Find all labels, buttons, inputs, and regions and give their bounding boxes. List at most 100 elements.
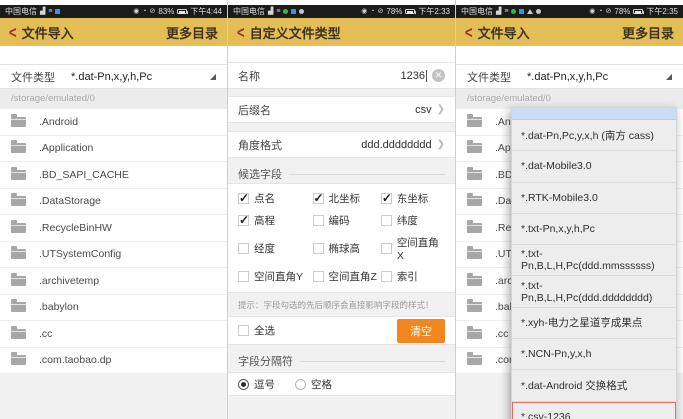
checkbox-icon xyxy=(381,243,392,254)
cloud-icon xyxy=(527,9,533,14)
signal-icon: ▟ xyxy=(40,8,45,15)
folder-name: .DataStorage xyxy=(39,195,101,207)
folder-row[interactable]: .UTSystemConfig xyxy=(0,242,227,269)
notification-icon xyxy=(291,9,296,14)
dropdown-item-label: *.dat-Mobile3.0 xyxy=(521,160,592,172)
order-hint-text: 提示：字段勾选的先后顺序会直接影响字段的样式！ xyxy=(228,293,455,316)
dropdown-item[interactable]: *.xyh-电力之星道亨成果点 xyxy=(512,308,676,339)
field-checkbox[interactable]: 经度 xyxy=(238,235,313,262)
folder-row[interactable]: .DataStorage xyxy=(0,189,227,216)
file-type-label: 文件类型 xyxy=(11,69,55,85)
radio-label: 空格 xyxy=(311,377,332,392)
folder-row[interactable]: .com.taobao.dp xyxy=(0,348,227,375)
dropdown-item-label: *.NCN-Pn,y,x,h xyxy=(521,348,591,360)
back-chevron-icon[interactable]: < xyxy=(237,23,245,42)
field-checkbox[interactable]: 高程 xyxy=(238,213,313,228)
folder-row[interactable]: .cc xyxy=(0,321,227,348)
folder-row[interactable]: .RecycleBinHW xyxy=(0,215,227,242)
dropdown-list: *.dat-Pn,Pc,y,x,h (南方 cass) *.dat-Mobile… xyxy=(512,120,676,419)
folder-icon xyxy=(467,143,482,153)
angle-format-row[interactable]: 角度格式 ddd.dddddddd ❯ xyxy=(228,131,455,158)
checkbox-label: 编码 xyxy=(329,213,350,228)
field-checkbox[interactable]: 椭球高 xyxy=(313,235,381,262)
battery-icon xyxy=(405,9,415,14)
dropdown-item[interactable]: *.dat-Mobile3.0 xyxy=(512,151,676,182)
angle-format-label: 角度格式 xyxy=(238,137,282,153)
file-type-selector[interactable]: 文件类型 *.dat-Pn,x,y,h,Pc ◢ xyxy=(0,64,227,89)
name-input[interactable]: 1236 xyxy=(401,70,425,82)
chevron-right-icon: ❯ xyxy=(437,139,445,150)
carrier-label: 中国电信 xyxy=(5,6,37,17)
radio-label: 逗号 xyxy=(254,377,275,392)
folder-icon xyxy=(11,196,26,206)
folder-icon xyxy=(11,170,26,180)
alarm-icon: ◔ xyxy=(598,8,602,15)
field-checkbox[interactable]: 北坐标 xyxy=(313,191,381,206)
field-checkbox[interactable]: 东坐标 xyxy=(381,191,445,206)
dropdown-item[interactable]: *.txt-Pn,B,L,H,Pc(ddd.dddddddd) xyxy=(512,276,676,307)
folder-row[interactable]: .Android xyxy=(0,109,227,136)
panel-file-import-2: 中国电信 ▟ ≡ ◉ ◔ ⊘ 78% 下午2:35 < 文件导入 更多目录 xyxy=(455,0,683,419)
page-title: 文件导入 xyxy=(22,23,74,42)
more-directories-button[interactable]: 更多目录 xyxy=(622,23,674,42)
checkbox-icon xyxy=(238,215,249,226)
field-checkbox[interactable]: 空间直角Z xyxy=(313,269,381,284)
bell-icon xyxy=(299,9,304,14)
panel-custom-file-type: 中国电信 ▟ ≡ ◉ ◔ ⊘ 78% 下午2:33 < 自定义文件类型 名称 xyxy=(227,0,455,419)
folder-icon xyxy=(11,329,26,339)
folder-icon xyxy=(11,143,26,153)
checkbox-icon xyxy=(313,271,324,282)
dropdown-item[interactable]: *.RTK-Mobile3.0 xyxy=(512,183,676,214)
dropdown-item[interactable]: *.txt-Pn,B,L,H,Pc(ddd.mmssssss) xyxy=(512,245,676,276)
separator-radio[interactable]: 空格 xyxy=(295,377,332,392)
folder-row[interactable]: .babylon xyxy=(0,295,227,322)
checkbox-icon xyxy=(381,271,392,282)
suffix-row[interactable]: 后缀名 csv ❯ xyxy=(228,96,455,123)
file-type-selector[interactable]: 文件类型 *.dat-Pn,x,y,h,Pc ◢ xyxy=(456,64,683,89)
battery-percent: 83% xyxy=(158,7,174,16)
folder-icon xyxy=(467,196,482,206)
file-type-value: *.dat-Pn,x,y,h,Pc xyxy=(527,71,608,83)
checkbox-label: 北坐标 xyxy=(329,191,361,206)
dropdown-item[interactable]: *.csv-1236 xyxy=(512,402,676,419)
folder-row[interactable]: .archivetemp xyxy=(0,268,227,295)
carrier-label: 中国电信 xyxy=(461,6,493,17)
checkbox-label: 空间直角Y xyxy=(254,269,303,284)
power-save-icon: ◉ xyxy=(133,8,139,15)
back-chevron-icon[interactable]: < xyxy=(9,23,17,42)
more-directories-button[interactable]: 更多目录 xyxy=(166,23,218,42)
dropdown-item[interactable]: *.dat-Android 交换格式 xyxy=(512,370,676,401)
back-chevron-icon[interactable]: < xyxy=(465,23,473,42)
dropdown-selected-item-partial[interactable] xyxy=(512,108,676,120)
alarm-icon: ◔ xyxy=(370,8,374,15)
signal-icon: ▟ xyxy=(268,8,273,15)
dropdown-item[interactable]: *.NCN-Pn,y,x,h xyxy=(512,339,676,370)
notification-icon xyxy=(55,9,60,14)
folder-icon xyxy=(467,223,482,233)
clear-fields-button[interactable]: 清空 xyxy=(397,319,445,343)
field-checkbox[interactable]: 纬度 xyxy=(381,213,445,228)
clear-input-icon[interactable]: ✕ xyxy=(432,69,445,82)
folder-row[interactable]: .BD_SAPI_CACHE xyxy=(0,162,227,189)
folder-icon xyxy=(11,276,26,286)
dropdown-item[interactable]: *.txt-Pn,x,y,h,Pc xyxy=(512,214,676,245)
folder-icon xyxy=(11,355,26,365)
separator-radio[interactable]: 逗号 xyxy=(238,377,275,392)
checkbox-label: 经度 xyxy=(254,241,275,256)
field-checkbox[interactable]: 空间直角X xyxy=(381,235,445,262)
dropdown-item-label: *.dat-Pn,Pc,y,x,h (南方 cass) xyxy=(521,128,654,143)
select-all-checkbox[interactable]: 全选 xyxy=(238,323,275,338)
mute-icon: ⊘ xyxy=(378,8,384,15)
custom-type-form: 名称 1236 ✕ 后缀名 csv ❯ 角度格式 ddd.dddddddd ❯ … xyxy=(228,62,455,419)
checkbox-label: 纬度 xyxy=(397,213,418,228)
folder-row[interactable]: .Application xyxy=(0,136,227,163)
page-title: 自定义文件类型 xyxy=(250,23,341,42)
field-checkbox[interactable]: 空间直角Y xyxy=(238,269,313,284)
checkbox-label: 高程 xyxy=(254,213,275,228)
candidate-fields-group: 点名 北坐标 东坐标 高程 编码 纬度 xyxy=(228,183,455,293)
name-field-row[interactable]: 名称 1236 ✕ xyxy=(228,62,455,89)
field-checkbox[interactable]: 索引 xyxy=(381,269,445,284)
field-checkbox[interactable]: 点名 xyxy=(238,191,313,206)
field-checkbox[interactable]: 编码 xyxy=(313,213,381,228)
dropdown-item[interactable]: *.dat-Pn,Pc,y,x,h (南方 cass) xyxy=(512,120,676,151)
